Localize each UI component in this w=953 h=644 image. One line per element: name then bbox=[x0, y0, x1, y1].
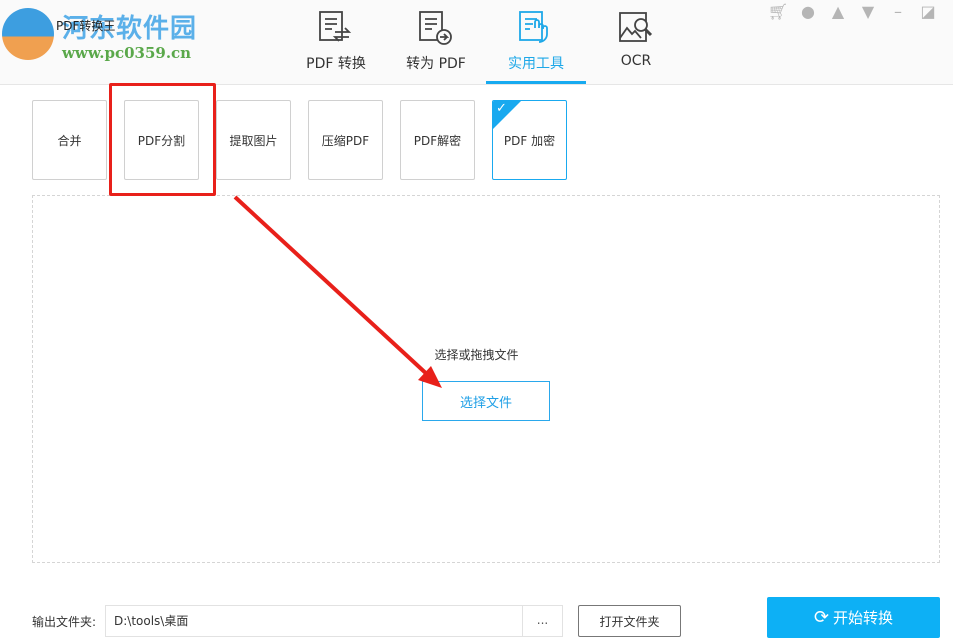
tab-to-pdf[interactable]: 转为 PDF bbox=[386, 0, 486, 85]
output-folder-label: 输出文件夹: bbox=[32, 615, 97, 629]
file-drop-zone[interactable] bbox=[32, 195, 940, 563]
menu-dropdown-icon[interactable]: ▼ bbox=[857, 2, 879, 21]
drop-hint: 选择或拖拽文件 bbox=[434, 348, 519, 362]
start-convert-button[interactable]: ⟳ 开始转换 bbox=[767, 597, 940, 638]
tab-ocr[interactable]: OCR bbox=[586, 0, 686, 85]
select-file-button[interactable]: 选择文件 bbox=[422, 381, 550, 421]
doc-hand-icon bbox=[519, 11, 548, 43]
tool-label: 压缩PDF bbox=[321, 133, 370, 148]
tool-extract-images[interactable]: 提取图片 bbox=[216, 100, 291, 180]
tool-merge[interactable]: 合并 bbox=[32, 100, 107, 180]
tool-label: 提取图片 bbox=[229, 133, 278, 148]
tab-label: 实用工具 bbox=[508, 56, 564, 72]
doc-arrow-icon bbox=[419, 11, 452, 45]
tab-pdf-convert[interactable]: PDF 转换 bbox=[286, 0, 386, 85]
maximize-icon[interactable]: ◪ bbox=[917, 2, 939, 21]
tab-label: 转为 PDF bbox=[406, 56, 466, 72]
watermark-logo bbox=[2, 8, 54, 60]
tool-pdf-decrypt[interactable]: PDF解密 bbox=[400, 100, 475, 180]
tool-label: 合并 bbox=[57, 133, 82, 148]
bell-icon[interactable]: ▲ bbox=[827, 2, 849, 21]
tool-label: PDF解密 bbox=[413, 133, 462, 148]
open-folder-button[interactable]: 打开文件夹 bbox=[578, 605, 681, 637]
tab-tools[interactable]: 实用工具 bbox=[486, 0, 586, 85]
refresh-icon: ⟳ bbox=[813, 607, 830, 628]
cart-icon[interactable]: 🛒︎ bbox=[767, 2, 789, 21]
watermark-url: www.pc0359.cn bbox=[62, 44, 192, 62]
user-icon[interactable]: ● bbox=[797, 2, 819, 21]
start-label: 开始转换 bbox=[833, 609, 894, 627]
tool-label: PDF 加密 bbox=[503, 133, 556, 148]
image-search-icon bbox=[619, 12, 653, 42]
tool-compress-pdf[interactable]: 压缩PDF bbox=[308, 100, 383, 180]
app-title: PDF转换王 bbox=[56, 19, 116, 33]
minimize-icon[interactable]: – bbox=[887, 2, 909, 21]
output-path-input[interactable]: D:\tools\桌面 bbox=[105, 605, 523, 637]
tab-label: PDF 转换 bbox=[306, 56, 366, 72]
tab-label: OCR bbox=[620, 53, 652, 69]
check-icon: ✓ bbox=[496, 101, 507, 116]
annotation-highlight-box bbox=[109, 83, 216, 196]
tool-pdf-encrypt[interactable]: ✓ PDF 加密 bbox=[492, 100, 567, 180]
browse-button[interactable]: ... bbox=[522, 605, 563, 637]
doc-convert-icon bbox=[319, 11, 352, 42]
